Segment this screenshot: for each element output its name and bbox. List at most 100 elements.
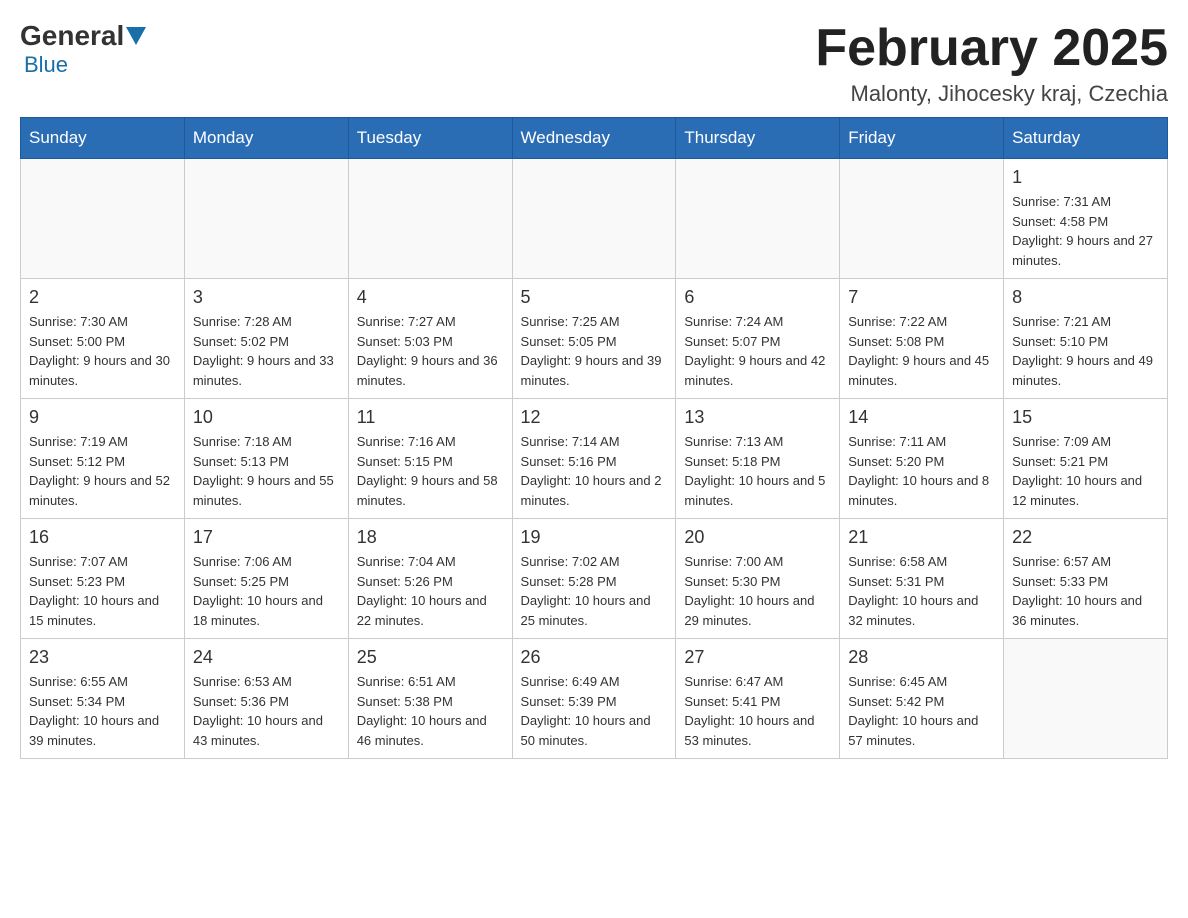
day-info: Sunrise: 7:19 AMSunset: 5:12 PMDaylight:… (29, 432, 176, 510)
table-row: 10 Sunrise: 7:18 AMSunset: 5:13 PMDayligh… (184, 399, 348, 519)
day-info: Sunrise: 7:07 AMSunset: 5:23 PMDaylight:… (29, 552, 176, 630)
calendar-week-1: 1 Sunrise: 7:31 AMSunset: 4:58 PMDaylight… (21, 159, 1168, 279)
day-info: Sunrise: 6:45 AMSunset: 5:42 PMDaylight:… (848, 672, 995, 750)
table-row: 7Sunrise: 7:22 AMSunset: 5:08 PMDaylight… (840, 279, 1004, 399)
logo: General Blue (20, 20, 148, 78)
calendar-week-4: 16 Sunrise: 7:07 AMSunset: 5:23 PMDayligh… (21, 519, 1168, 639)
day-number: 8 (1012, 287, 1159, 308)
day-number: 20 (684, 527, 831, 548)
day-info: Sunrise: 7:14 AMSunset: 5:16 PMDaylight:… (521, 432, 668, 510)
table-row: 16 Sunrise: 7:07 AMSunset: 5:23 PMDayligh… (21, 519, 185, 639)
day-info: Sunrise: 6:53 AMSunset: 5:36 PMDaylight:… (193, 672, 340, 750)
header-sunday: Sunday (21, 118, 185, 159)
day-number: 27 (684, 647, 831, 668)
day-number: 25 (357, 647, 504, 668)
table-row: 2 Sunrise: 7:30 AMSunset: 5:00 PMDaylight… (21, 279, 185, 399)
day-info: Sunrise: 6:57 AMSunset: 5:33 PMDaylight:… (1012, 552, 1159, 630)
day-info: Sunrise: 7:16 AMSunset: 5:15 PMDaylight:… (357, 432, 504, 510)
table-row: 8 Sunrise: 7:21 AMSunset: 5:10 PMDaylight… (1004, 279, 1168, 399)
day-info: Sunrise: 7:09 AMSunset: 5:21 PMDaylight:… (1012, 432, 1159, 510)
table-row: 23 Sunrise: 6:55 AMSunset: 5:34 PMDayligh… (21, 639, 185, 759)
table-row: 5Sunrise: 7:25 AMSunset: 5:05 PMDaylight… (512, 279, 676, 399)
table-row: 26Sunrise: 6:49 AMSunset: 5:39 PMDayligh… (512, 639, 676, 759)
header-wednesday: Wednesday (512, 118, 676, 159)
day-number: 2 (29, 287, 176, 308)
day-info: Sunrise: 7:18 AMSunset: 5:13 PMDaylight:… (193, 432, 340, 510)
table-row: 27Sunrise: 6:47 AMSunset: 5:41 PMDayligh… (676, 639, 840, 759)
day-number: 19 (521, 527, 668, 548)
day-number: 4 (357, 287, 504, 308)
day-number: 21 (848, 527, 995, 548)
table-row: 18 Sunrise: 7:04 AMSunset: 5:26 PMDayligh… (348, 519, 512, 639)
day-number: 3 (193, 287, 340, 308)
day-info: Sunrise: 7:02 AMSunset: 5:28 PMDaylight:… (521, 552, 668, 630)
logo-general-text: General (20, 20, 124, 52)
logo-blue-text: Blue (24, 52, 68, 77)
title-section: February 2025 Malonty, Jihocesky kraj, C… (815, 20, 1168, 107)
day-info: Sunrise: 6:58 AMSunset: 5:31 PMDaylight:… (848, 552, 995, 630)
table-row: 9 Sunrise: 7:19 AMSunset: 5:12 PMDaylight… (21, 399, 185, 519)
day-info: Sunrise: 7:31 AMSunset: 4:58 PMDaylight:… (1012, 192, 1159, 270)
table-row: 22 Sunrise: 6:57 AMSunset: 5:33 PMDayligh… (1004, 519, 1168, 639)
day-number: 11 (357, 407, 504, 428)
header-saturday: Saturday (1004, 118, 1168, 159)
day-info: Sunrise: 6:55 AMSunset: 5:34 PMDaylight:… (29, 672, 176, 750)
day-number: 9 (29, 407, 176, 428)
day-number: 12 (521, 407, 668, 428)
table-row (1004, 639, 1168, 759)
table-row: 4 Sunrise: 7:27 AMSunset: 5:03 PMDaylight… (348, 279, 512, 399)
calendar-week-5: 23 Sunrise: 6:55 AMSunset: 5:34 PMDayligh… (21, 639, 1168, 759)
day-number: 26 (521, 647, 668, 668)
day-number: 22 (1012, 527, 1159, 548)
calendar-table: Sunday Monday Tuesday Wednesday Thursday… (20, 117, 1168, 759)
page-header: General Blue February 2025 Malonty, Jiho… (20, 20, 1168, 107)
location-subtitle: Malonty, Jihocesky kraj, Czechia (815, 81, 1168, 107)
table-row: 12 Sunrise: 7:14 AMSunset: 5:16 PMDayligh… (512, 399, 676, 519)
day-number: 28 (848, 647, 995, 668)
table-row: 21 Sunrise: 6:58 AMSunset: 5:31 PMDayligh… (840, 519, 1004, 639)
table-row (21, 159, 185, 279)
day-info: Sunrise: 7:21 AMSunset: 5:10 PMDaylight:… (1012, 312, 1159, 390)
day-number: 6 (684, 287, 831, 308)
table-row: 15 Sunrise: 7:09 AMSunset: 5:21 PMDayligh… (1004, 399, 1168, 519)
table-row (184, 159, 348, 279)
day-info: Sunrise: 7:28 AMSunset: 5:02 PMDaylight:… (193, 312, 340, 390)
day-number: 10 (193, 407, 340, 428)
day-number: 23 (29, 647, 176, 668)
day-info: Sunrise: 7:00 AMSunset: 5:30 PMDaylight:… (684, 552, 831, 630)
day-info: Sunrise: 7:30 AMSunset: 5:00 PMDaylight:… (29, 312, 176, 390)
table-row: 17Sunrise: 7:06 AMSunset: 5:25 PMDayligh… (184, 519, 348, 639)
calendar-header-row: Sunday Monday Tuesday Wednesday Thursday… (21, 118, 1168, 159)
day-number: 18 (357, 527, 504, 548)
table-row: 11 Sunrise: 7:16 AMSunset: 5:15 PMDayligh… (348, 399, 512, 519)
table-row: 14 Sunrise: 7:11 AMSunset: 5:20 PMDayligh… (840, 399, 1004, 519)
table-row: 3 Sunrise: 7:28 AMSunset: 5:02 PMDaylight… (184, 279, 348, 399)
table-row (676, 159, 840, 279)
table-row: 1 Sunrise: 7:31 AMSunset: 4:58 PMDaylight… (1004, 159, 1168, 279)
day-info: Sunrise: 7:04 AMSunset: 5:26 PMDaylight:… (357, 552, 504, 630)
header-friday: Friday (840, 118, 1004, 159)
day-info: Sunrise: 7:27 AMSunset: 5:03 PMDaylight:… (357, 312, 504, 390)
day-number: 1 (1012, 167, 1159, 188)
table-row (348, 159, 512, 279)
table-row: 24Sunrise: 6:53 AMSunset: 5:36 PMDayligh… (184, 639, 348, 759)
calendar-title: February 2025 (815, 20, 1168, 77)
header-monday: Monday (184, 118, 348, 159)
day-info: Sunrise: 7:25 AMSunset: 5:05 PMDaylight:… (521, 312, 668, 390)
day-number: 15 (1012, 407, 1159, 428)
day-info: Sunrise: 7:24 AMSunset: 5:07 PMDaylight:… (684, 312, 831, 390)
day-info: Sunrise: 6:51 AMSunset: 5:38 PMDaylight:… (357, 672, 504, 750)
table-row (840, 159, 1004, 279)
day-number: 7 (848, 287, 995, 308)
table-row (512, 159, 676, 279)
calendar-week-3: 9 Sunrise: 7:19 AMSunset: 5:12 PMDaylight… (21, 399, 1168, 519)
table-row: 13Sunrise: 7:13 AMSunset: 5:18 PMDayligh… (676, 399, 840, 519)
table-row: 25 Sunrise: 6:51 AMSunset: 5:38 PMDayligh… (348, 639, 512, 759)
header-tuesday: Tuesday (348, 118, 512, 159)
calendar-week-2: 2 Sunrise: 7:30 AMSunset: 5:00 PMDaylight… (21, 279, 1168, 399)
day-info: Sunrise: 7:11 AMSunset: 5:20 PMDaylight:… (848, 432, 995, 510)
day-number: 16 (29, 527, 176, 548)
table-row: 6 Sunrise: 7:24 AMSunset: 5:07 PMDaylight… (676, 279, 840, 399)
day-number: 14 (848, 407, 995, 428)
table-row: 20 Sunrise: 7:00 AMSunset: 5:30 PMDayligh… (676, 519, 840, 639)
